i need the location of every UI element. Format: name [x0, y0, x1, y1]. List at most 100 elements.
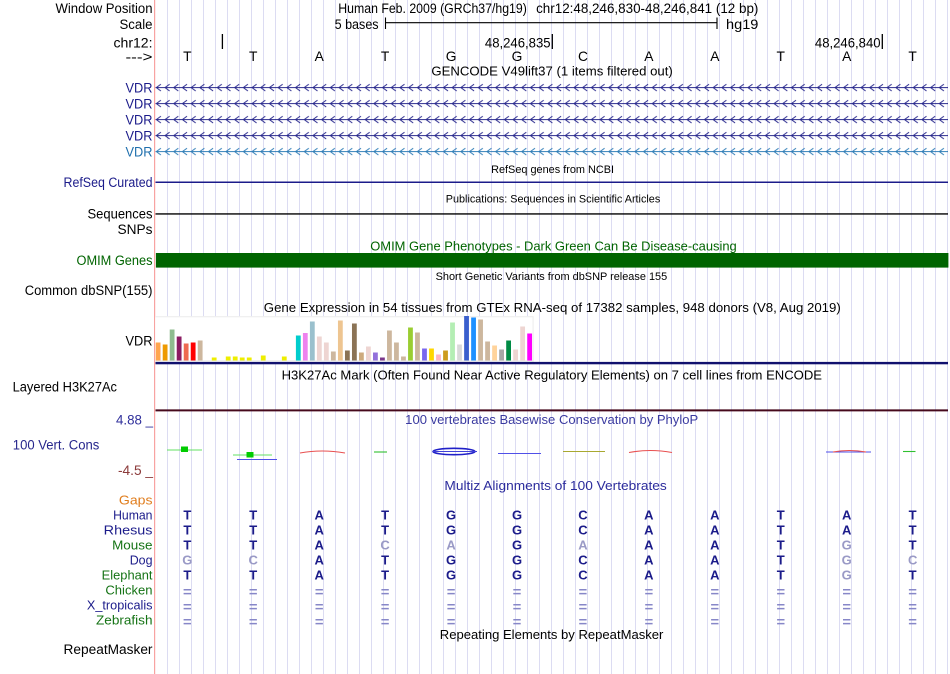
svg-text:C: C [578, 553, 588, 568]
svg-text:G: G [842, 538, 852, 553]
svg-text:Multiz Alignments of 100 Verte: Multiz Alignments of 100 Vertebrates [444, 478, 667, 493]
svg-text:100 Vert. Cons: 100 Vert. Cons [13, 438, 100, 453]
svg-text:VDR: VDR [126, 80, 153, 95]
svg-text:-4.5 _: -4.5 _ [118, 463, 154, 478]
svg-text:T: T [777, 523, 785, 538]
svg-text:Elephant: Elephant [102, 569, 153, 583]
svg-text:T: T [908, 49, 917, 64]
svg-text:VDR: VDR [126, 112, 153, 127]
svg-text:C: C [578, 523, 588, 538]
svg-text:A: A [710, 507, 720, 522]
svg-text:G: G [512, 523, 522, 538]
svg-text:T: T [909, 567, 917, 582]
svg-text:G: G [512, 538, 522, 553]
svg-text:T: T [381, 507, 389, 522]
svg-text:chr12:48,246,830-48,246,841 (1: chr12:48,246,830-48,246,841 (12 bp) [536, 1, 758, 16]
svg-text:G: G [446, 49, 457, 64]
svg-text:A: A [314, 538, 324, 553]
svg-text:Publications: Sequences in Sci: Publications: Sequences in Scientific Ar… [446, 193, 661, 205]
svg-text:T: T [777, 567, 785, 582]
svg-text:C: C [908, 553, 918, 568]
svg-text:T: T [183, 567, 191, 582]
svg-text:G: G [512, 553, 522, 568]
svg-text:A: A [314, 553, 324, 568]
svg-text:RepeatMasker: RepeatMasker [64, 642, 154, 657]
svg-text:T: T [909, 507, 917, 522]
svg-text:T: T [381, 553, 389, 568]
svg-text:C: C [249, 553, 259, 568]
svg-text:A: A [710, 567, 720, 582]
svg-text:A: A [644, 523, 654, 538]
svg-text:A: A [644, 49, 654, 64]
svg-text:G: G [446, 523, 456, 538]
svg-text:RefSeq genes from NCBI: RefSeq genes from NCBI [491, 164, 614, 176]
svg-text:X_tropicalis: X_tropicalis [87, 599, 153, 613]
svg-text:Rhesus: Rhesus [104, 524, 153, 538]
svg-text:A: A [644, 553, 654, 568]
svg-text:Dog: Dog [130, 554, 153, 568]
svg-text:T: T [249, 567, 257, 582]
svg-text:A: A [446, 538, 456, 553]
svg-text:Human: Human [113, 509, 152, 523]
svg-text:A: A [644, 567, 654, 582]
svg-text:A: A [314, 507, 324, 522]
svg-text:T: T [381, 49, 390, 64]
svg-text:GENCODE V49lift37 (1 items fil: GENCODE V49lift37 (1 items filtered out) [431, 65, 672, 79]
svg-text:T: T [777, 538, 785, 553]
svg-text:OMIM Gene Phenotypes - Dark Gr: OMIM Gene Phenotypes - Dark Green Can Be… [370, 239, 737, 254]
svg-text:T: T [777, 507, 785, 522]
svg-text:T: T [249, 523, 257, 538]
svg-text:Common dbSNP(155): Common dbSNP(155) [25, 283, 153, 298]
svg-text:VDR: VDR [126, 96, 153, 111]
svg-text:Gaps: Gaps [119, 494, 153, 508]
svg-text:5 bases: 5 bases [335, 17, 379, 32]
svg-text:RefSeq Curated: RefSeq Curated [64, 175, 153, 190]
svg-text:A: A [842, 507, 852, 522]
svg-text:4.88 _: 4.88 _ [116, 413, 154, 428]
svg-text:G: G [512, 49, 523, 64]
svg-text:Sequences: Sequences [88, 207, 153, 222]
svg-text:Layered H3K27Ac: Layered H3K27Ac [13, 379, 118, 394]
svg-text:A: A [710, 553, 720, 568]
svg-text:T: T [183, 523, 191, 538]
svg-text:G: G [842, 553, 852, 568]
svg-text:Mouse: Mouse [112, 539, 152, 553]
svg-text:G: G [512, 507, 522, 522]
svg-text:T: T [183, 49, 192, 64]
svg-text:G: G [446, 507, 456, 522]
svg-text:VDR: VDR [126, 128, 153, 143]
svg-text:C: C [578, 567, 588, 582]
svg-text:H3K27Ac Mark (Often Found Near: H3K27Ac Mark (Often Found Near Active Re… [282, 367, 823, 382]
svg-text:A: A [578, 538, 588, 553]
svg-text:G: G [446, 567, 456, 582]
svg-text:C: C [578, 49, 588, 64]
svg-text:T: T [381, 567, 389, 582]
svg-text:--->: ---> [126, 50, 153, 65]
svg-text:A: A [710, 538, 720, 553]
svg-text:A: A [710, 523, 720, 538]
svg-text:Repeating Elements by RepeatMa: Repeating Elements by RepeatMasker [440, 627, 664, 642]
svg-text:A: A [842, 49, 852, 64]
svg-text:A: A [315, 49, 325, 64]
svg-text:A: A [314, 567, 324, 582]
svg-text:T: T [183, 507, 191, 522]
svg-text:T: T [909, 523, 917, 538]
svg-text:A: A [842, 523, 852, 538]
svg-text:G: G [842, 567, 852, 582]
svg-text:C: C [578, 507, 588, 522]
svg-text:T: T [777, 49, 786, 64]
svg-text:hg19: hg19 [726, 17, 758, 32]
svg-text:G: G [512, 567, 522, 582]
svg-text:T: T [909, 538, 917, 553]
svg-text:C: C [380, 538, 390, 553]
svg-text:A: A [710, 49, 720, 64]
svg-text:T: T [249, 538, 257, 553]
svg-text:G: G [446, 553, 456, 568]
svg-text:Zebrafish: Zebrafish [96, 614, 153, 628]
svg-text:VDR: VDR [126, 334, 153, 349]
svg-text:A: A [644, 507, 654, 522]
svg-text:100 vertebrates Basewise Conse: 100 vertebrates Basewise Conservation by… [405, 412, 698, 427]
svg-text:VDR: VDR [126, 144, 153, 159]
svg-text:T: T [183, 538, 191, 553]
svg-text:Gene Expression in 54 tissues: Gene Expression in 54 tissues from GTEx … [264, 300, 841, 315]
